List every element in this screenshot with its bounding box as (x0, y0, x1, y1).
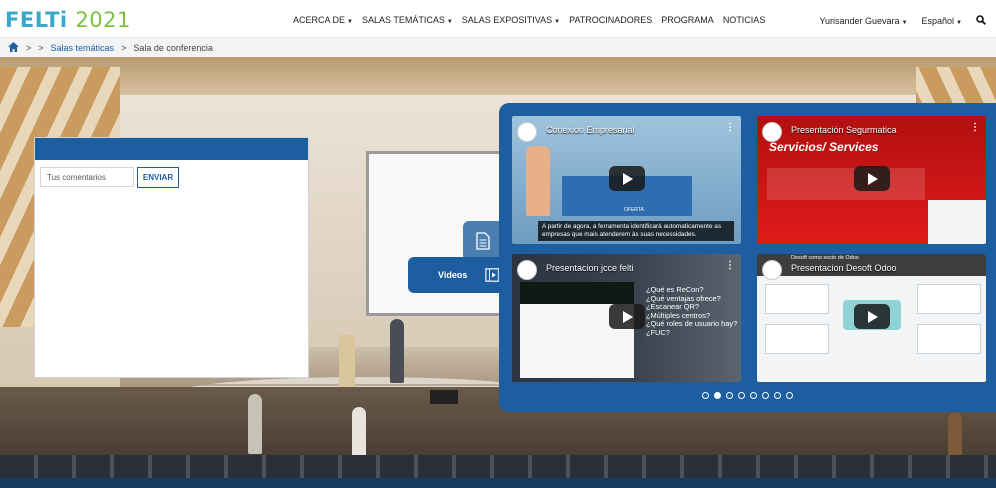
speaker-figure (390, 319, 404, 383)
video-thumbnail-art (767, 168, 925, 200)
carousel-dot-active[interactable] (714, 392, 721, 399)
document-icon (476, 232, 490, 250)
search-icon[interactable] (976, 15, 986, 27)
breadcrumb-separator: > (121, 42, 127, 53)
carousel-dot[interactable] (786, 392, 793, 399)
video-title: Presentacion Desoft Odoo (791, 263, 897, 273)
nav-patrocinadores[interactable]: PATROCINADORES (569, 15, 652, 25)
language-dropdown[interactable]: Español ▼ (922, 16, 962, 26)
nav-salas-expositivas[interactable]: SALAS EXPOSITIVAS ▼ (462, 15, 560, 25)
chevron-down-icon: ▼ (446, 19, 453, 25)
video-card-desoft-odoo[interactable]: Desoft como socio de Odoo Presentacion D… (757, 254, 986, 382)
breadcrumb-separator: > (38, 42, 44, 53)
video-thumbnail-art (917, 284, 981, 314)
presenter-webcam (928, 200, 986, 244)
nav-salas-tematicas[interactable]: SALAS TEMÁTICAS ▼ (362, 15, 453, 25)
video-thumb-label: OFERTA (624, 207, 644, 213)
video-questions: ¿Qué es ReCon? ¿Qué ventajas ofrece? ¿Es… (646, 285, 738, 337)
video-caption: A partir de agora, a ferramenta identifi… (538, 221, 734, 241)
attendee-figure (248, 394, 262, 454)
felti-logo[interactable]: FELTi 2021 (5, 8, 131, 32)
play-icon[interactable] (609, 304, 645, 329)
channel-avatar (517, 122, 537, 142)
videos-tab[interactable]: Videos (408, 257, 503, 293)
chevron-down-icon: ▼ (956, 20, 962, 26)
comments-panel: Tus comentarios ENVIAR (34, 137, 309, 378)
carousel-dot[interactable] (762, 392, 769, 399)
ceiling (0, 57, 996, 95)
video-thumbnail-art (765, 324, 829, 354)
video-thumbnail-art (520, 282, 634, 304)
breadcrumb-current: Sala de conferencia (133, 42, 213, 53)
chevron-down-icon: ▼ (901, 20, 908, 26)
chevron-down-icon: ▼ (347, 19, 353, 25)
main-nav: ACERCA DE ▼ SALAS TEMÁTICAS ▼ SALAS EXPOSI… (293, 15, 765, 25)
breadcrumb-salas-tematicas[interactable]: Salas temáticas (51, 43, 115, 53)
top-navbar: FELTi 2021 ACERCA DE ▼ SALAS TEMÁTICAS ▼ S… (0, 0, 996, 38)
play-icon[interactable] (609, 166, 645, 191)
carousel-dot[interactable] (738, 392, 745, 399)
video-top-text: Desoft como socio de Odoo (791, 255, 859, 261)
video-thumbnail-art (917, 324, 981, 354)
channel-avatar (762, 260, 782, 280)
video-title: Conexión Empresarial (546, 125, 635, 135)
video-title: Presentación Segurmatica (791, 125, 897, 135)
videos-panel: Conexión Empresarial ⋮ OFERTA A partir d… (499, 103, 996, 412)
video-thumbnail-figure (526, 146, 550, 216)
documents-tab[interactable] (463, 221, 503, 261)
carousel-dot[interactable] (750, 392, 757, 399)
nav-programa[interactable]: PROGRAMA (661, 15, 714, 25)
nav-acerca-de[interactable]: ACERCA DE ▼ (293, 15, 353, 25)
nav-noticias[interactable]: NOTICIAS (723, 15, 766, 25)
video-title: Presentacion jcce felti (546, 263, 634, 273)
chevron-down-icon: ▼ (554, 19, 561, 25)
carousel-dot[interactable] (726, 392, 733, 399)
podium (339, 335, 355, 387)
video-heading: Servicios/ Services (769, 140, 879, 154)
carousel-dot[interactable] (774, 392, 781, 399)
play-icon[interactable] (854, 304, 890, 329)
comments-header (35, 138, 308, 160)
user-dropdown[interactable]: Yurisander Guevara ▼ (820, 16, 908, 26)
bottom-bar (0, 478, 996, 488)
home-icon[interactable] (8, 41, 19, 54)
breadcrumb: > > Salas temáticas > Sala de conferenci… (0, 38, 996, 57)
video-card-conexion-empresarial[interactable]: Conexión Empresarial ⋮ OFERTA A partir d… (512, 116, 741, 244)
comments-input[interactable]: Tus comentarios (40, 167, 134, 187)
video-card-jcce-felti[interactable]: Presentacion jcce felti ⋮ ¿Qué es ReCon?… (512, 254, 741, 382)
more-options-icon[interactable]: ⋮ (725, 122, 735, 133)
video-card-segurmatica[interactable]: Presentación Segurmatica ⋮ Servicios/ Se… (757, 116, 986, 244)
stage-speaker (430, 390, 458, 404)
send-button[interactable]: ENVIAR (137, 167, 179, 188)
user-menu: Yurisander Guevara ▼ Español ▼ (820, 15, 986, 27)
play-icon[interactable] (854, 166, 890, 191)
more-options-icon[interactable]: ⋮ (970, 122, 980, 133)
conference-room-scene: Tus comentarios ENVIAR Videos Conexión E… (0, 57, 996, 488)
video-thumbnail-art (765, 284, 829, 314)
channel-avatar (762, 122, 782, 142)
channel-avatar (517, 260, 537, 280)
videos-tab-label: Videos (438, 270, 468, 280)
breadcrumb-separator: > (26, 42, 32, 53)
carousel-dot[interactable] (702, 392, 709, 399)
more-options-icon[interactable]: ⋮ (725, 260, 735, 271)
carousel-pagination (702, 392, 793, 399)
